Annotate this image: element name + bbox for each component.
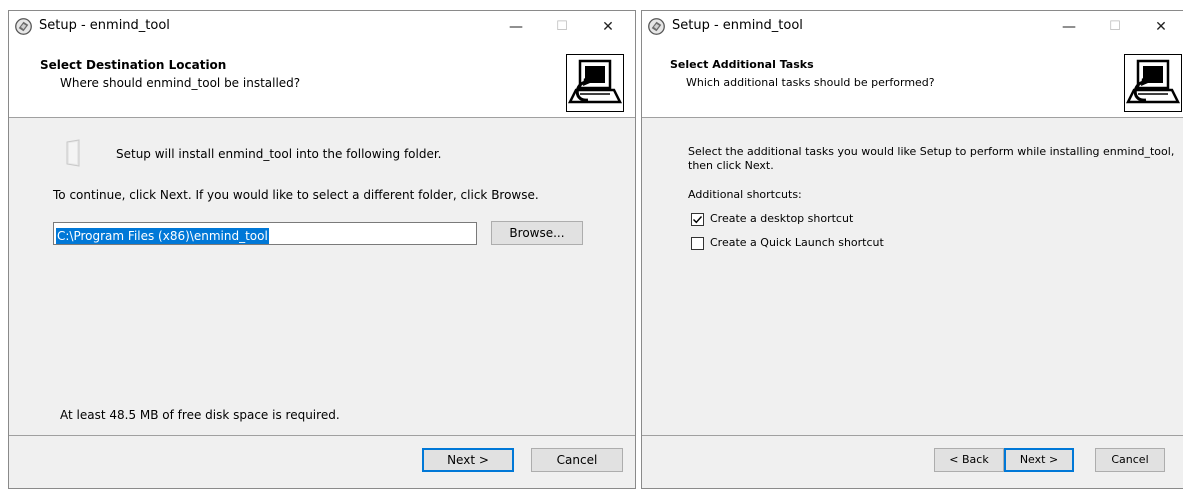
- tasks-instructions-line1: Select the additional tasks you would li…: [688, 145, 1175, 158]
- destination-path-input[interactable]: C:\Program Files (x86)\enmind_tool: [53, 222, 477, 245]
- setup-app-icon: [648, 18, 665, 35]
- next-button[interactable]: Next >: [1004, 448, 1074, 472]
- setup-window-destination: Setup - enmind_tool — ☐ ✕ Select Destina…: [8, 10, 636, 489]
- checkbox-label: Create a Quick Launch shortcut: [710, 236, 884, 249]
- footer-divider: [9, 435, 635, 436]
- wizard-content: Select the additional tasks you would li…: [642, 119, 1183, 436]
- page-subtitle: Where should enmind_tool be installed?: [60, 76, 301, 90]
- checkbox-label: Create a desktop shortcut: [710, 212, 854, 225]
- setup-app-icon: [15, 18, 32, 35]
- cancel-button[interactable]: Cancel: [531, 448, 623, 472]
- page-subtitle: Which additional tasks should be perform…: [686, 76, 935, 89]
- close-button[interactable]: ✕: [585, 11, 631, 43]
- window-title: Setup - enmind_tool: [672, 18, 803, 33]
- page-title: Select Additional Tasks: [670, 58, 814, 71]
- continue-instructions: To continue, click Next. If you would li…: [53, 188, 539, 202]
- back-button[interactable]: < Back: [934, 448, 1004, 472]
- disk-space-message: At least 48.5 MB of free disk space is r…: [60, 408, 340, 422]
- computer-install-icon: [1124, 54, 1182, 112]
- title-bar[interactable]: Setup - enmind_tool — ☐ ✕: [642, 11, 1183, 43]
- setup-window-tasks: Setup - enmind_tool — ☐ ✕ Select Additio…: [641, 10, 1183, 489]
- minimize-button[interactable]: —: [1046, 11, 1092, 43]
- wizard-content: Setup will install enmind_tool into the …: [9, 119, 635, 436]
- quick-launch-shortcut-checkbox[interactable]: [691, 237, 704, 250]
- shortcuts-group-label: Additional shortcuts:: [688, 188, 802, 201]
- install-folder-message: Setup will install enmind_tool into the …: [116, 147, 442, 161]
- computer-install-icon: [566, 54, 624, 112]
- browse-button[interactable]: Browse...: [491, 221, 583, 245]
- maximize-button: ☐: [1109, 19, 1121, 34]
- title-bar[interactable]: Setup - enmind_tool — ☐ ✕: [9, 11, 635, 43]
- maximize-button: ☐: [556, 19, 568, 34]
- footer-divider: [642, 435, 1183, 436]
- wizard-header: Select Additional Tasks Which additional…: [642, 43, 1183, 118]
- close-button[interactable]: ✕: [1138, 11, 1183, 43]
- window-title: Setup - enmind_tool: [39, 18, 170, 33]
- desktop-shortcut-checkbox[interactable]: [691, 213, 704, 226]
- path-value: C:\Program Files (x86)\enmind_tool: [56, 228, 269, 244]
- minimize-button[interactable]: —: [493, 11, 539, 43]
- next-button[interactable]: Next >: [422, 448, 514, 472]
- checkmark-icon: [693, 216, 703, 224]
- page-title: Select Destination Location: [40, 58, 227, 72]
- cancel-button[interactable]: Cancel: [1095, 448, 1165, 472]
- wizard-header: Select Destination Location Where should…: [9, 43, 635, 118]
- tasks-instructions-line2: then click Next.: [688, 159, 774, 172]
- folder-icon: [66, 139, 80, 167]
